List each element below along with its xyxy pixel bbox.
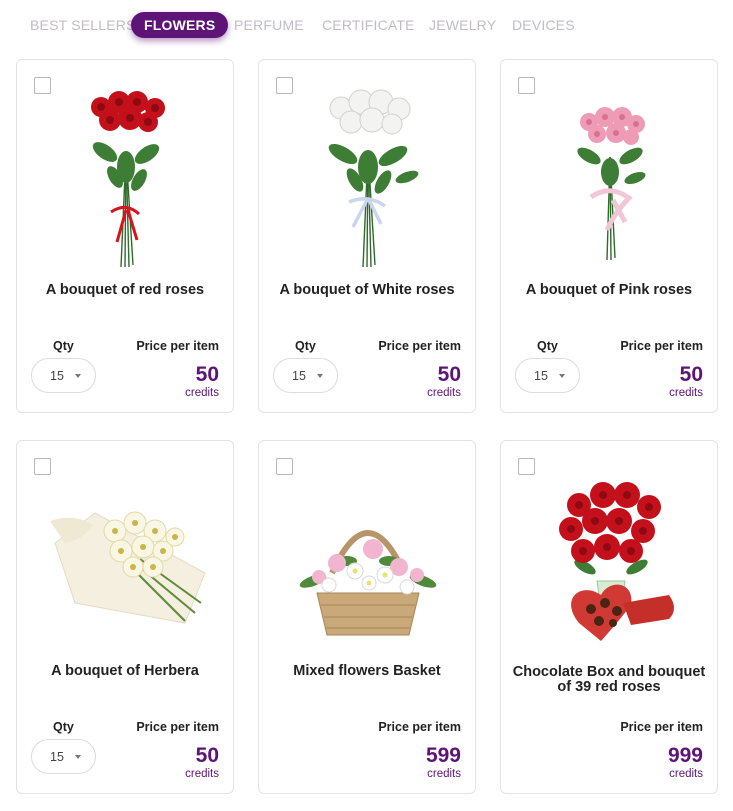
product-title: A bouquet of White roses [279, 282, 455, 298]
price-value: 599 [425, 744, 461, 767]
product-title: Chocolate Box and bouquet of 39 red rose… [512, 664, 706, 695]
tab-perfume[interactable]: PERFUME [234, 12, 304, 38]
flower-basket-icon [299, 530, 437, 636]
product-image [35, 82, 217, 272]
qty-label: Qty [53, 720, 74, 734]
price-value: 50 [679, 363, 703, 386]
tab-flowers[interactable]: FLOWERS [131, 12, 229, 38]
price-unit: credits [427, 387, 461, 399]
qty-value: 15 [50, 369, 64, 383]
qty-value: 15 [50, 750, 64, 764]
product-card[interactable]: A bouquet of Pink roses Qty 15 Price per… [500, 59, 718, 413]
qty-label: Qty [295, 339, 316, 353]
price-label: Price per item [378, 339, 461, 353]
roses-and-chocolate-box-icon [559, 482, 674, 641]
price-value: 50 [437, 363, 461, 386]
caret-down-icon [559, 374, 565, 378]
category-tabs: BEST SELLERS FLOWERS PERFUME CERTIFICATE… [0, 0, 733, 50]
pink-roses-bouquet-icon [577, 107, 646, 261]
caret-down-icon [75, 374, 81, 378]
price-unit: credits [427, 768, 461, 780]
gerbera-bouquet-icon [50, 511, 206, 624]
price-unit: credits [185, 768, 219, 780]
tab-jewelry[interactable]: JEWELRY [429, 12, 496, 38]
price-value: 50 [195, 744, 219, 767]
price-unit: credits [669, 768, 703, 780]
price-value: 50 [195, 363, 219, 386]
product-card[interactable]: A bouquet of White roses Qty 15 Price pe… [258, 59, 476, 413]
qty-dropdown[interactable]: 15 [515, 358, 580, 393]
price-label: Price per item [136, 720, 219, 734]
product-image [277, 82, 459, 272]
caret-down-icon [317, 374, 323, 378]
price-value: 999 [667, 744, 703, 767]
price-label: Price per item [136, 339, 219, 353]
tab-devices[interactable]: DEVICES [512, 12, 575, 38]
product-image [35, 463, 217, 653]
product-title: A bouquet of Herbera [51, 663, 199, 679]
qty-value: 15 [292, 369, 306, 383]
qty-value: 15 [534, 369, 548, 383]
product-image [277, 463, 459, 653]
qty-label: Qty [537, 339, 558, 353]
price-unit: credits [185, 387, 219, 399]
tab-best-sellers[interactable]: BEST SELLERS [30, 12, 136, 38]
qty-label: Qty [53, 339, 74, 353]
tab-certificate[interactable]: CERTIFICATE [322, 12, 415, 38]
caret-down-icon [75, 755, 81, 759]
product-image [519, 463, 701, 653]
price-label: Price per item [620, 720, 703, 734]
price-label: Price per item [620, 339, 703, 353]
product-title: A bouquet of Pink roses [525, 282, 693, 298]
red-roses-bouquet-icon [91, 91, 165, 268]
product-title: A bouquet of red roses [45, 282, 205, 298]
product-card[interactable]: A bouquet of Herbera Qty 15 Price per it… [16, 440, 234, 794]
price-label: Price per item [378, 720, 461, 734]
product-card[interactable]: Mixed flowers Basket Price per item 599 … [258, 440, 476, 794]
price-unit: credits [669, 387, 703, 399]
qty-dropdown[interactable]: 15 [273, 358, 338, 393]
qty-dropdown[interactable]: 15 [31, 358, 96, 393]
product-title: Mixed flowers Basket [293, 663, 441, 679]
qty-dropdown[interactable]: 15 [31, 739, 96, 774]
product-card[interactable]: Chocolate Box and bouquet of 39 red rose… [500, 440, 718, 794]
product-image [519, 82, 701, 272]
product-card[interactable]: A bouquet of red roses Qty 15 Price per … [16, 59, 234, 413]
white-roses-bouquet-icon [328, 89, 419, 268]
